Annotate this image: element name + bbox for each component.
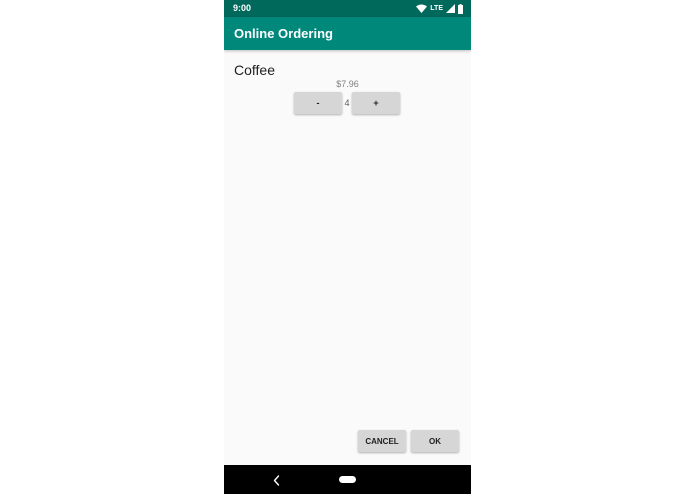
app-bar: Online Ordering [224, 17, 471, 50]
status-icons: LTE [416, 3, 463, 14]
product-name: Coffee [234, 62, 275, 78]
product-price: $7.96 [336, 79, 359, 89]
navigation-bar [224, 465, 471, 494]
status-bar: 9:00 LTE [224, 0, 471, 17]
home-icon[interactable] [339, 476, 356, 483]
ok-button[interactable]: OK [411, 430, 459, 452]
battery-icon [458, 3, 463, 14]
decrement-button[interactable]: - [294, 92, 342, 114]
wifi-icon [416, 4, 428, 13]
status-time: 9:00 [233, 3, 252, 13]
back-icon[interactable] [273, 473, 280, 491]
phone-screen: 9:00 LTE Online Ordering Coffee $7.96 - … [224, 0, 471, 494]
network-type: LTE [430, 5, 443, 12]
signal-icon [446, 4, 455, 13]
app-title: Online Ordering [234, 26, 333, 41]
quantity-value: 4 [344, 98, 350, 108]
cancel-button[interactable]: CANCEL [358, 430, 406, 452]
increment-button[interactable]: + [352, 92, 400, 114]
